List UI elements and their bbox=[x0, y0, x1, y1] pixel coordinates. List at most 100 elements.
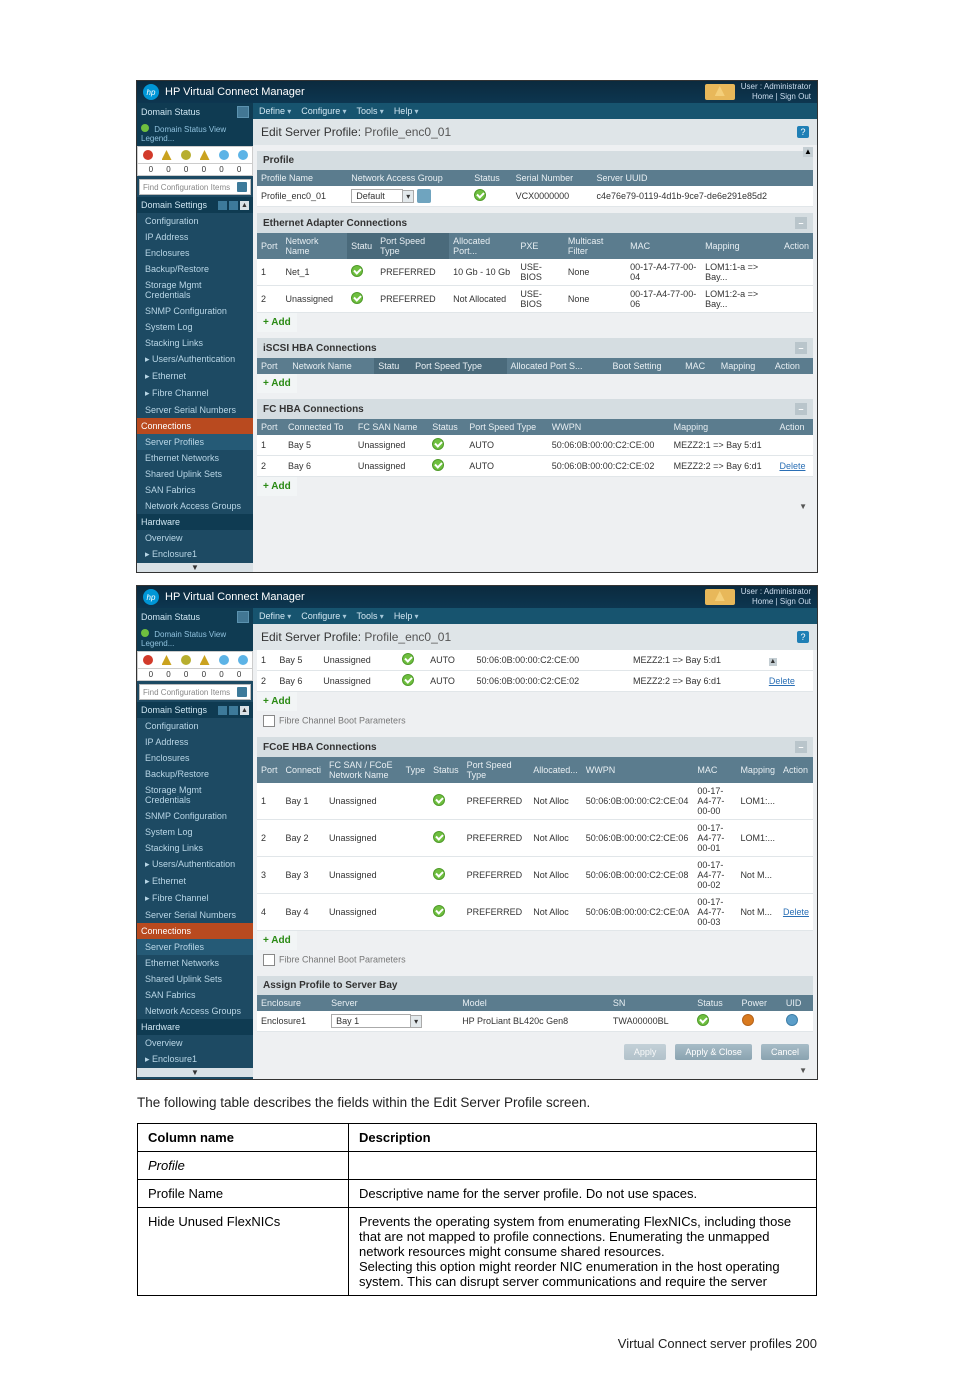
sidebar-item-enclosures[interactable]: Enclosures bbox=[137, 245, 253, 261]
domain-settings-header[interactable]: Domain Settings ▲ bbox=[137, 702, 253, 718]
error-icon[interactable] bbox=[143, 150, 153, 160]
warn2-icon[interactable] bbox=[200, 150, 210, 160]
up-arrow-icon[interactable]: ▲ bbox=[240, 201, 249, 210]
info-icon[interactable] bbox=[219, 150, 229, 160]
add-iscsi-button[interactable]: Add bbox=[257, 374, 297, 393]
sidebar-item-snmp[interactable]: SNMP Configuration bbox=[137, 808, 253, 824]
table-row[interactable]: 1Bay 5Unassigned AUTO 50:06:0B:00:00:C2:… bbox=[257, 650, 813, 671]
table-row[interactable]: Enclosure1 Bay 1▾ HP ProLiant BL420c Gen… bbox=[257, 1011, 813, 1032]
scroll-up-icon[interactable]: ▲ bbox=[769, 658, 777, 666]
sidebar-item-users[interactable]: ▸ Users/Authentication bbox=[137, 856, 253, 873]
table-row[interactable]: 4Bay 4Unassigned PREFERRED Not Alloc50:0… bbox=[257, 894, 813, 931]
minor-icon[interactable] bbox=[181, 655, 191, 665]
sidebar-item-storage-creds[interactable]: Storage Mgmt Credentials bbox=[137, 782, 253, 808]
sidebar-item-san-fabrics[interactable]: SAN Fabrics bbox=[137, 987, 253, 1003]
info-icon[interactable] bbox=[219, 655, 229, 665]
sidebar-item-stacking[interactable]: Stacking Links bbox=[137, 335, 253, 351]
add-fcoe-button[interactable]: Add bbox=[257, 931, 297, 950]
table-row[interactable]: 2Bay 6Unassigned AUTO 50:06:0B:00:00:C2:… bbox=[257, 456, 813, 477]
table-row[interactable]: 1Bay 1Unassigned PREFERRED Not Alloc50:0… bbox=[257, 783, 813, 820]
connections-header[interactable]: Connections bbox=[137, 923, 253, 939]
collapse-icon[interactable]: – bbox=[795, 403, 807, 415]
menu-configure[interactable]: Configure bbox=[301, 106, 346, 116]
warn-icon[interactable] bbox=[162, 655, 172, 665]
sidebar-item-eth-networks[interactable]: Ethernet Networks bbox=[137, 450, 253, 466]
menu-configure[interactable]: Configure bbox=[301, 611, 346, 621]
sidebar-item-nag[interactable]: Network Access Groups bbox=[137, 498, 253, 514]
table-row[interactable]: 3Bay 3Unassigned PREFERRED Not Alloc50:0… bbox=[257, 857, 813, 894]
sidebar-item-enclosure1[interactable]: ▸ Enclosure1 bbox=[137, 546, 253, 563]
table-row[interactable]: 2Bay 2Unassigned PREFERRED Not Alloc50:0… bbox=[257, 820, 813, 857]
sidebar-item-users[interactable]: ▸ Users/Authentication bbox=[137, 351, 253, 368]
table-row[interactable]: 1Bay 5Unassigned AUTO 50:06:0B:00:00:C2:… bbox=[257, 435, 813, 456]
sidebar-item-uplink-sets[interactable]: Shared Uplink Sets bbox=[137, 466, 253, 482]
sidebar-item-configuration[interactable]: Configuration bbox=[137, 718, 253, 734]
sidebar-item-eth-networks[interactable]: Ethernet Networks bbox=[137, 955, 253, 971]
sidebar-item-stacking[interactable]: Stacking Links bbox=[137, 840, 253, 856]
sidebar-item-syslog[interactable]: System Log bbox=[137, 319, 253, 335]
info2-icon[interactable] bbox=[238, 150, 248, 160]
error-icon[interactable] bbox=[143, 655, 153, 665]
scroll-up-icon[interactable]: ▲ bbox=[803, 147, 813, 157]
sidebar-item-backup[interactable]: Backup/Restore bbox=[137, 261, 253, 277]
server-bay-select[interactable]: Bay 1▾ bbox=[331, 1014, 422, 1028]
domain-status-links[interactable]: Domain Status View Legend... bbox=[137, 121, 253, 146]
sidebar-item-ethernet[interactable]: ▸ Ethernet bbox=[137, 873, 253, 890]
help-icon[interactable]: ? bbox=[797, 126, 809, 138]
uid-icon[interactable] bbox=[786, 1014, 798, 1026]
menu-define[interactable]: Define bbox=[259, 611, 291, 621]
collapse-icon[interactable]: – bbox=[795, 217, 807, 229]
section-tools[interactable]: ▲ bbox=[218, 201, 249, 210]
menu-define[interactable]: Define bbox=[259, 106, 291, 116]
menu-tools[interactable]: Tools bbox=[357, 611, 384, 621]
apply-button[interactable]: Apply bbox=[624, 1044, 667, 1060]
menu-help[interactable]: Help bbox=[394, 611, 419, 621]
minor-icon[interactable] bbox=[181, 150, 191, 160]
fc-boot-params-check[interactable]: Fibre Channel Boot Parameters bbox=[257, 711, 813, 731]
sidebar-item-uplink-sets[interactable]: Shared Uplink Sets bbox=[137, 971, 253, 987]
help-icon[interactable]: ? bbox=[797, 631, 809, 643]
sidebar-item-server-profiles[interactable]: Server Profiles bbox=[137, 434, 253, 450]
domain-status-links[interactable]: Domain Status View Legend... bbox=[137, 626, 253, 651]
warn-icon[interactable] bbox=[162, 150, 172, 160]
info2-icon[interactable] bbox=[238, 655, 248, 665]
collapse-icon[interactable]: – bbox=[795, 741, 807, 753]
sidebar-item-server-profiles[interactable]: Server Profiles bbox=[137, 939, 253, 955]
fcoe-boot-params-check[interactable]: Fibre Channel Boot Parameters bbox=[257, 950, 813, 970]
scroll-down-icon[interactable]: ▼ bbox=[257, 502, 813, 511]
sidebar-item-ip[interactable]: IP Address bbox=[137, 734, 253, 750]
search-go-icon[interactable] bbox=[237, 687, 247, 697]
collapse-icon[interactable] bbox=[237, 611, 249, 623]
nag-select[interactable]: Default▾ bbox=[351, 189, 431, 203]
sidebar-item-overview[interactable]: Overview bbox=[137, 1035, 253, 1051]
sidebar-item-ethernet[interactable]: ▸ Ethernet bbox=[137, 368, 253, 385]
sidebar-item-backup[interactable]: Backup/Restore bbox=[137, 766, 253, 782]
search-go-icon[interactable] bbox=[237, 182, 247, 192]
delete-link[interactable]: Delete bbox=[769, 676, 795, 686]
add-ethernet-button[interactable]: Add bbox=[257, 313, 297, 332]
domain-status-header[interactable]: Domain Status bbox=[137, 608, 253, 626]
sidebar-item-ip[interactable]: IP Address bbox=[137, 229, 253, 245]
sidebar-item-syslog[interactable]: System Log bbox=[137, 824, 253, 840]
add-fc-button[interactable]: Add bbox=[257, 692, 297, 711]
sidebar-item-configuration[interactable]: Configuration bbox=[137, 213, 253, 229]
sidebar-item-ssn[interactable]: Server Serial Numbers bbox=[137, 907, 253, 923]
menu-tools[interactable]: Tools bbox=[357, 106, 384, 116]
power-icon[interactable] bbox=[742, 1014, 754, 1026]
hardware-header[interactable]: Hardware bbox=[137, 1019, 253, 1035]
hardware-header[interactable]: Hardware bbox=[137, 514, 253, 530]
sidebar-item-ssn[interactable]: Server Serial Numbers bbox=[137, 402, 253, 418]
scroll-down-icon[interactable]: ▼ bbox=[137, 1068, 253, 1077]
domain-settings-header[interactable]: Domain Settings ▲ bbox=[137, 197, 253, 213]
delete-link[interactable]: Delete bbox=[779, 461, 805, 471]
collapse-icon[interactable] bbox=[237, 106, 249, 118]
menu-help[interactable]: Help bbox=[394, 106, 419, 116]
connections-header[interactable]: Connections bbox=[137, 418, 253, 434]
apply-close-button[interactable]: Apply & Close bbox=[675, 1044, 752, 1060]
delete-link[interactable]: Delete bbox=[783, 907, 809, 917]
cancel-button[interactable]: Cancel bbox=[761, 1044, 809, 1060]
scroll-down-icon[interactable]: ▼ bbox=[257, 1066, 813, 1075]
sidebar-item-fibre[interactable]: ▸ Fibre Channel bbox=[137, 385, 253, 402]
sidebar-item-fibre[interactable]: ▸ Fibre Channel bbox=[137, 890, 253, 907]
sidebar-item-snmp[interactable]: SNMP Configuration bbox=[137, 303, 253, 319]
